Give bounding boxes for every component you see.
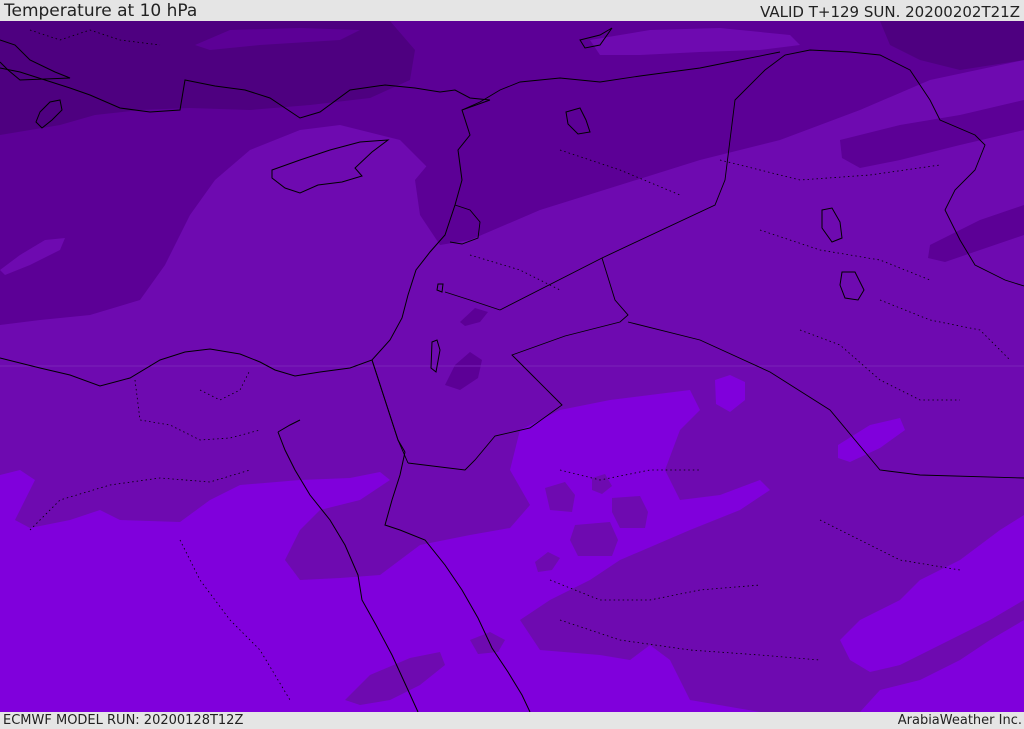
- valid-time: VALID T+129 SUN. 20200202T21Z: [760, 3, 1020, 21]
- model-run: ECMWF MODEL RUN: 20200128T12Z: [3, 713, 244, 728]
- region-mid-island-4: [570, 522, 618, 556]
- header-bar: Temperature at 10 hPa VALID T+129 SUN. 2…: [0, 0, 1024, 21]
- credit-text: ArabiaWeather Inc.: [897, 713, 1022, 728]
- map-title: Temperature at 10 hPa: [4, 1, 198, 21]
- footer-bar: ECMWF MODEL RUN: 20200128T12Z ArabiaWeat…: [0, 712, 1024, 729]
- temperature-map: [0, 21, 1024, 712]
